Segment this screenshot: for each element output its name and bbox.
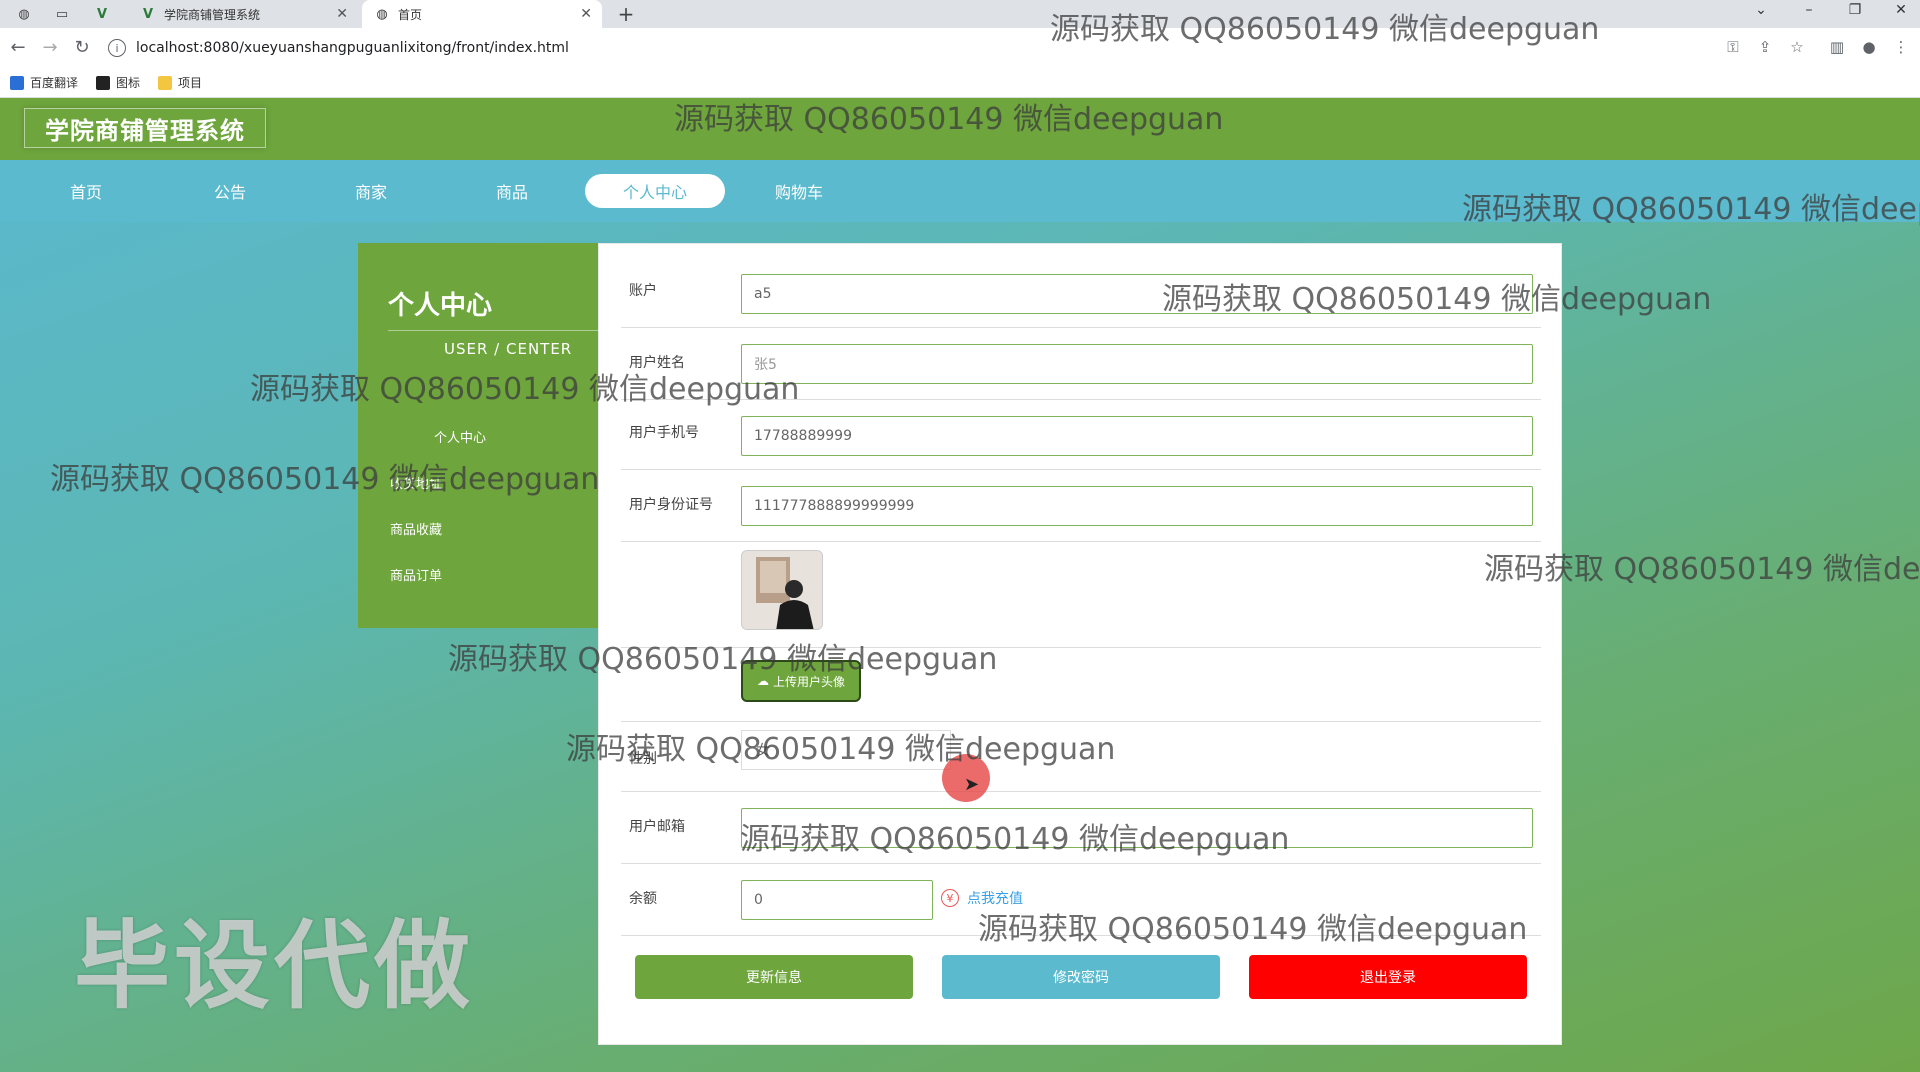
idcard-label: 用户身份证号 [629, 497, 713, 513]
nav-user-center[interactable]: 个人中心 [585, 174, 725, 208]
tab-title: 首页 [398, 7, 423, 22]
sidepanel-icon[interactable]: ▥ [1826, 38, 1848, 56]
close-icon[interactable]: ✕ [580, 6, 592, 22]
nav-products[interactable]: 商品 [442, 174, 582, 208]
nav-notice[interactable]: 公告 [160, 174, 300, 208]
restore-icon[interactable]: ❐ [1840, 2, 1870, 18]
change-password-button[interactable]: 修改密码 [942, 955, 1220, 999]
reload-icon[interactable]: ↻ [70, 37, 94, 58]
balance-label: 余额 [629, 891, 657, 907]
mouse-cursor-icon: ➤ [964, 774, 980, 795]
logout-button[interactable]: 退出登录 [1249, 955, 1527, 999]
watermark: 源码获取 QQ86050149 微信deepguan [1462, 192, 1920, 227]
sidebar-item-orders[interactable]: 商品订单 [390, 565, 442, 584]
watermark: 源码获取 QQ86050149 微信deepguan [978, 912, 1528, 947]
phone-label: 用户手机号 [629, 425, 699, 441]
watermark: 源码获取 QQ86050149 微信deepguan [50, 462, 600, 497]
translate-icon [10, 75, 24, 90]
form-row-phone: 用户手机号 17788889999 [621, 400, 1541, 470]
tab-shop-system[interactable]: V 学院商铺管理系统 ✕ [128, 0, 358, 28]
sidebar-item-favorites[interactable]: 商品收藏 [390, 519, 442, 538]
watermark: 源码获取 QQ86050149 微信deepguan [1484, 552, 1920, 587]
minimize-icon[interactable]: – [1794, 2, 1824, 18]
form-row-idcard: 用户身份证号 111777888899999999 [621, 470, 1541, 542]
menu-icon[interactable]: ⋮ [1890, 38, 1912, 56]
sidebar-title: 个人中心 [388, 291, 493, 321]
key-icon[interactable]: ⚿ [1722, 38, 1744, 56]
yen-icon: ¥ [941, 889, 959, 907]
bookmark-label: 项目 [178, 76, 203, 90]
star-icon[interactable]: ☆ [1786, 38, 1808, 56]
bookmark-translate[interactable]: 百度翻译 [10, 74, 78, 91]
watermark: 源码获取 QQ86050149 微信deepguan [566, 732, 1116, 767]
globe-icon: ◍ [376, 6, 388, 22]
bookmark-projects[interactable]: 项目 [158, 74, 202, 91]
blank-tab-icon[interactable]: ▭ [48, 4, 76, 24]
site-logo[interactable]: 学院商铺管理系统 [24, 108, 266, 148]
back-icon[interactable]: ← [6, 37, 30, 58]
close-icon[interactable]: ✕ [336, 6, 348, 22]
watermark: 源码获取 QQ86050149 微信deepguan [250, 372, 800, 407]
globe-icon[interactable]: ◍ [10, 4, 38, 24]
form-row-avatar [621, 542, 1541, 648]
browser-tab-strip: ◍ ▭ V V 学院商铺管理系统 ✕ ◍ 首页 ✕ + ⌄ – ❐ ✕ [0, 0, 1920, 28]
watermark: 源码获取 QQ86050149 微信deepguan [674, 102, 1224, 137]
update-info-button[interactable]: 更新信息 [635, 955, 913, 999]
sidebar-item-user-center[interactable]: 个人中心 [434, 427, 486, 446]
vue-icon[interactable]: V [88, 4, 116, 24]
vue-icon: V [142, 6, 154, 22]
watermark: 源码获取 QQ86050149 微信deepguan [1050, 12, 1600, 47]
tab-home[interactable]: ◍ 首页 ✕ [362, 0, 602, 28]
tab-search-icon[interactable]: ⌄ [1746, 2, 1776, 18]
nav-merchant[interactable]: 商家 [301, 174, 441, 208]
close-window-icon[interactable]: ✕ [1886, 2, 1916, 18]
bookmark-label: 图标 [116, 76, 141, 90]
sidebar-subtitle: USER / CENTER [444, 340, 573, 358]
bookmark-icons[interactable]: 图标 [96, 74, 140, 91]
name-input[interactable]: 张5 [741, 344, 1533, 384]
avatar-image [741, 550, 823, 630]
address-bar: ← → ↻ i localhost:8080/xueyuanshangpugua… [0, 28, 1920, 68]
url-text: localhost:8080/xueyuanshangpuguanlixiton… [136, 40, 569, 56]
watermark: 源码获取 QQ86050149 微信deepguan [1162, 282, 1712, 317]
watermark: 源码获取 QQ86050149 微信deepguan [740, 822, 1290, 857]
user-sidebar: 个人中心 USER / CENTER 个人中心 收货地址 商品收藏 商品订单 [358, 243, 598, 628]
watermark: 源码获取 QQ86050149 微信deepguan [448, 642, 998, 677]
account-label: 账户 [629, 283, 657, 299]
phone-input[interactable]: 17788889999 [741, 416, 1533, 456]
banner-overlay: 毕设代做 [74, 910, 474, 1022]
share-icon[interactable]: ⇪ [1754, 38, 1776, 56]
folder-icon [158, 75, 173, 90]
new-tab-button[interactable]: + [614, 2, 638, 26]
sidebar-divider [388, 330, 598, 331]
info-icon[interactable]: i [108, 39, 126, 57]
idcard-input[interactable]: 111777888899999999 [741, 486, 1533, 526]
nav-home[interactable]: 首页 [16, 174, 156, 208]
profile-icon[interactable]: ● [1858, 38, 1880, 56]
forward-icon[interactable]: → [38, 37, 62, 58]
tab-title: 学院商铺管理系统 [164, 7, 261, 22]
balance-input[interactable]: 0 [741, 880, 933, 920]
nav-cart[interactable]: 购物车 [729, 174, 869, 208]
image-icon [96, 75, 111, 90]
bookmark-label: 百度翻译 [30, 76, 79, 90]
email-label: 用户邮箱 [629, 819, 685, 835]
